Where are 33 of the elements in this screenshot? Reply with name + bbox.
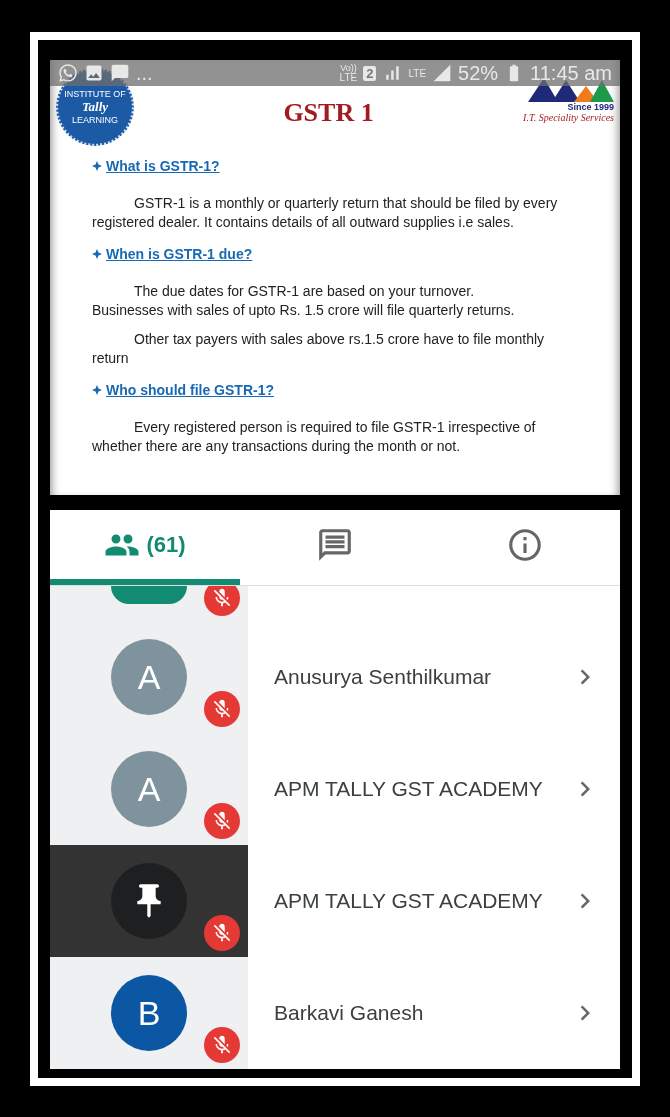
slide-title: GSTR 1 [283, 98, 374, 128]
logo-text: I.T. Speciality Services [523, 112, 614, 123]
network-label: LTE [408, 67, 427, 79]
slide-paragraph: Every registered person is required to file GSTR-1 irrespective of whether there are any transactions during the month or not. [92, 418, 537, 456]
logo-text: LEARNING [72, 115, 118, 125]
section-heading: What is GSTR-1? [106, 158, 220, 174]
clock: 11:45 am [530, 61, 612, 85]
battery-percent: 52% [458, 61, 499, 85]
volte-label: Vo)) [340, 64, 357, 73]
volte-label: LTE [339, 73, 358, 82]
avatar: A [111, 639, 187, 715]
logo-text: INSTITUTE OF [64, 89, 126, 99]
sim-badge: 2 [363, 65, 377, 81]
logo-text: Since 1999 [567, 102, 614, 112]
participant-item[interactable]: APM TALLY GST ACADEMY [248, 733, 620, 845]
diamond-bullet-icon [92, 249, 102, 259]
signal-icon [432, 63, 453, 83]
image-icon [84, 63, 104, 83]
avatar: A [111, 751, 187, 827]
slide-paragraph: Other tax payers with sales above rs.1.5 crore have to file monthly return [92, 330, 546, 368]
participant-item[interactable]: Anusurya Senthilkumar [248, 621, 620, 733]
diamond-bullet-icon [92, 161, 102, 171]
notification-overflow: ... [136, 61, 153, 85]
section-heading: Who should file GSTR-1? [106, 382, 274, 398]
diamond-bullet-icon [92, 385, 102, 395]
section-heading: When is GSTR-1 due? [106, 246, 253, 262]
avatar: B [111, 975, 187, 1051]
whatsapp-icon [58, 63, 78, 83]
message-icon [110, 63, 130, 83]
slide-paragraph: The due dates for GSTR-1 are based on your turnover. Businesses with sales of upto Rs. 1.5 crore will file quarterly returns. [92, 282, 516, 320]
logo-text: Tally [81, 99, 109, 115]
slide-paragraph: GSTR-1 is a monthly or quarterly return that should be filed by every registered dealer. It contains details of all outward supplies i.e sales. [92, 194, 559, 232]
participant-item[interactable]: Barkavi Ganesh [248, 957, 620, 1069]
